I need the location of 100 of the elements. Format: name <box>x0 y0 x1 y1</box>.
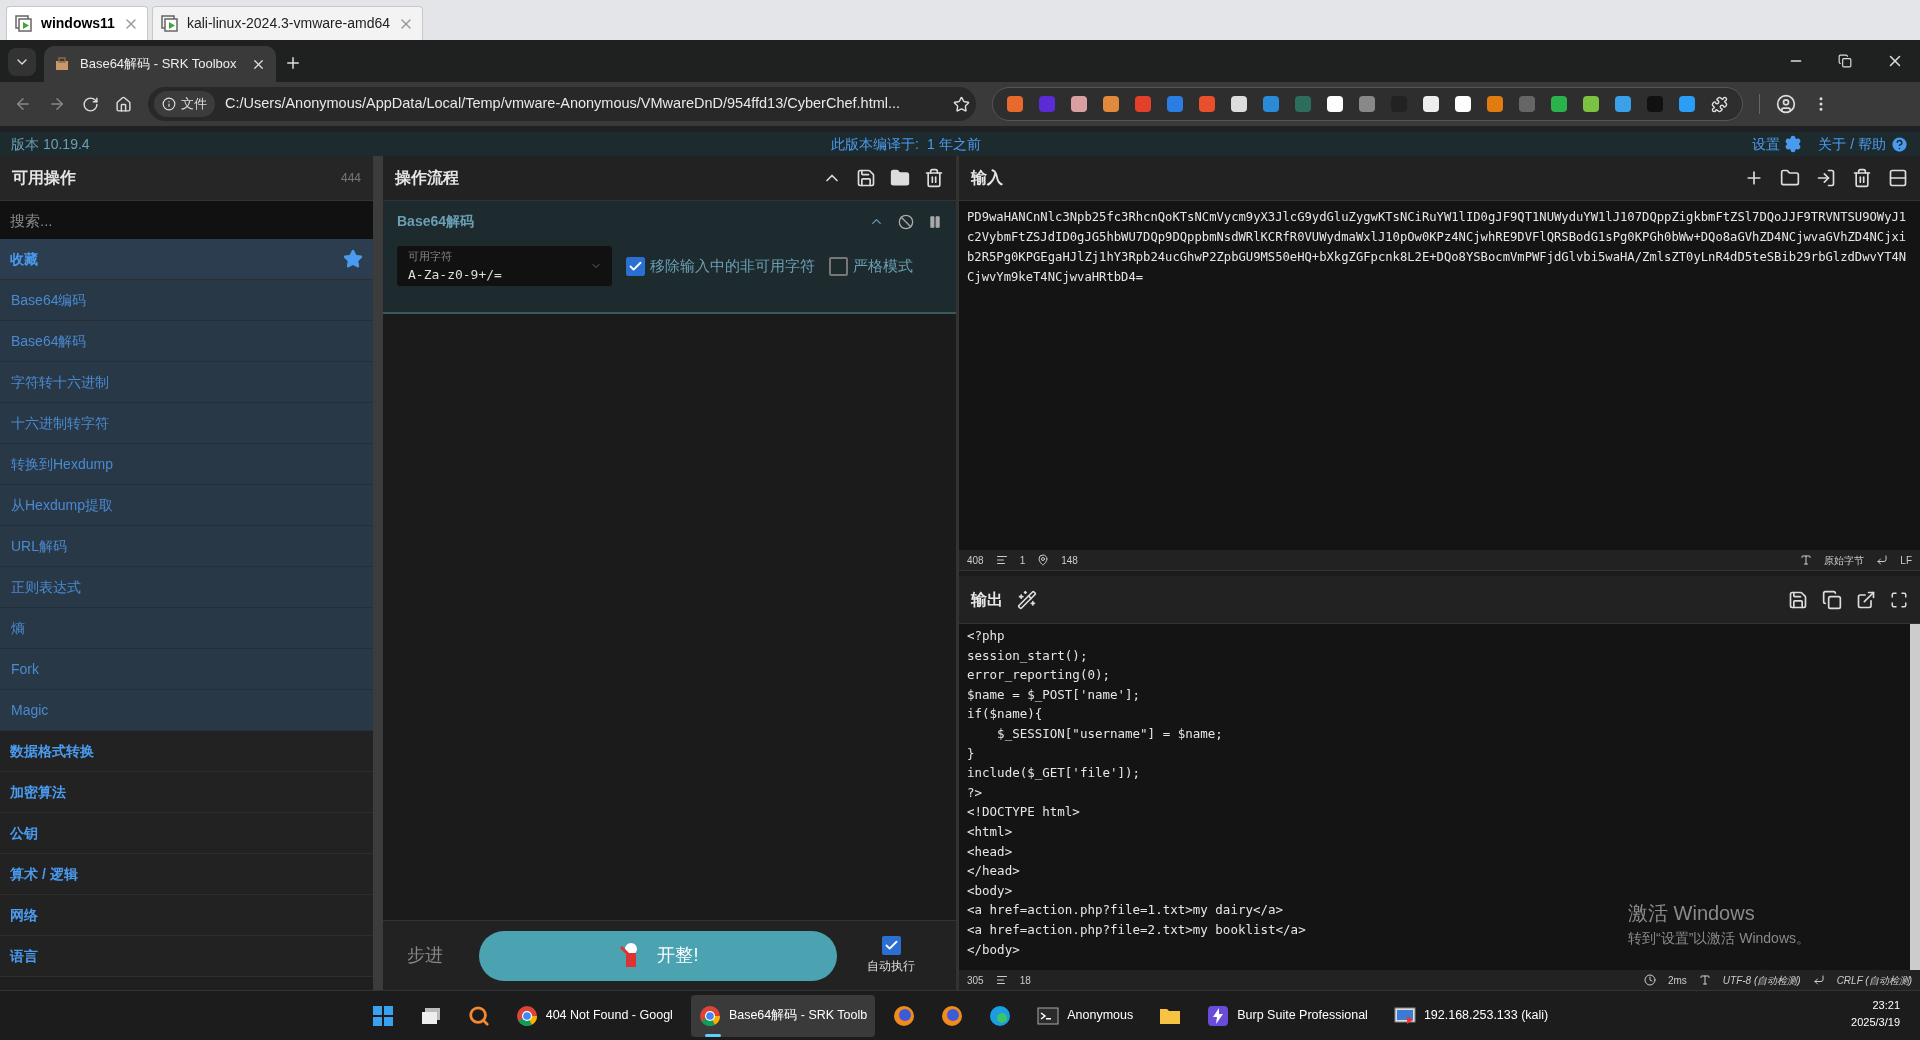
extension-icon[interactable] <box>1551 96 1567 112</box>
search-icon <box>467 1004 490 1027</box>
trash-icon[interactable] <box>924 168 944 188</box>
encoding-text[interactable]: UTF-8 (自动检测) <box>1722 972 1801 988</box>
firefox-icon <box>893 1004 916 1027</box>
taskbar-app[interactable]: Anonymous <box>1029 994 1142 1037</box>
taskbar-app[interactable]: 404 Not Found - Googl <box>507 994 681 1037</box>
forward-icon[interactable] <box>48 95 66 113</box>
folder-icon[interactable] <box>1780 168 1800 188</box>
about-help-link[interactable]: 关于 / 帮助 <box>1818 133 1909 155</box>
url-text: C:/Users/Anonymous/AppData/Local/Temp/vmware-Anonymous/VMwareDnD/954ffd13/CyberChef.html... <box>225 94 902 114</box>
vm-icon <box>15 14 33 33</box>
extension-icon[interactable] <box>1487 96 1503 112</box>
operation-item[interactable]: 正则表达式 <box>0 567 373 608</box>
home-icon[interactable] <box>115 95 132 113</box>
taskbar-app[interactable]: Base64解码 - SRK Toolb <box>690 994 876 1037</box>
extension-icon[interactable] <box>1583 96 1599 112</box>
extension-icon[interactable] <box>1103 96 1119 112</box>
step-button[interactable]: 步进 <box>407 942 443 969</box>
bookmark-star-icon[interactable] <box>953 95 970 113</box>
operation-item[interactable]: Magic <box>0 690 373 731</box>
extension-icon[interactable] <box>1007 96 1023 112</box>
operation-item[interactable]: 转换到Hexdump <box>0 444 373 485</box>
option-checkbox[interactable]: 移除输入中的非可用字符 <box>626 254 815 278</box>
profile-icon[interactable] <box>1776 94 1796 114</box>
tab-list-button[interactable] <box>8 48 36 76</box>
search-field[interactable]: 搜索... <box>0 201 373 239</box>
star-icon <box>343 249 363 269</box>
operation-item[interactable]: Base64编码 <box>0 280 373 321</box>
address-bar[interactable]: 文件 C:/Users/Anonymous/AppData/Local/Temp/vmware-Anonymous/VMwareDnD/954ffd13/CyberChef.html... <box>148 87 976 121</box>
info-icon <box>162 97 176 111</box>
category-header[interactable]: 收藏 <box>0 239 373 280</box>
extension-icon[interactable] <box>1615 96 1631 112</box>
panel-title: 输出 <box>971 589 1003 610</box>
option-checkbox[interactable]: 严格模式 <box>829 254 913 278</box>
restore-icon[interactable] <box>1838 54 1852 68</box>
remote-desktop-icon <box>1393 1004 1416 1027</box>
save-icon[interactable] <box>856 168 876 188</box>
lightning-icon <box>1207 1004 1230 1027</box>
magic-wand-icon[interactable] <box>1017 589 1037 610</box>
operation-item[interactable]: Base64解码 <box>0 321 373 362</box>
operation-item[interactable]: 字符转十六进制 <box>0 362 373 403</box>
extension-icon[interactable] <box>1455 96 1471 112</box>
open-file-icon[interactable] <box>1816 168 1836 188</box>
operation-item[interactable]: 熵 <box>0 608 373 649</box>
encoding-text[interactable]: 原始字节 <box>1824 552 1865 568</box>
site-info-chip[interactable]: 文件 <box>154 91 215 117</box>
copy-icon[interactable] <box>1822 589 1842 610</box>
activation-title: 激活 Windows <box>1628 901 1756 926</box>
taskbar-app[interactable]: Burp Suite Professional <box>1199 994 1376 1037</box>
input-textarea[interactable]: PD9waHANCnNlc3Npb25fc3RhcnQoKTsNCmVycm9yX3JlcG9ydGluZygwKTsNCiRuYW1lID0gJF9QT1NUWyduYW1lJ107DQppZigkbmFtZSl7DQoJJF9TRVNTSU9OWyJ1c2VybmFtZSJdID0gJG5hbWU7DQp9DQppbmNsdWRlKCRfR0VUWydmaWxlJ10pOw0KPz4NCjwhRE9DVFlQRSBodG1sPg0KPGh0bWw+DQo8aGVhZD4NCjwvaGVhZD4NCjxib2R5Pg0KPGEgaHJlZj1hY3Rpb24ucGhwP2ZpbGU9MS50eHQ+bXkgZGFpcnk8L2E+DQo8YSBocmVmPWFjdGlvbi5waHA/ZmlsZT0yLnR4dD5teSBib29rbGlzdDwvYT4NCjwvYm9keT4NCjwvaHRtbD4= <box>959 201 1920 550</box>
extension-icon[interactable] <box>1423 96 1439 112</box>
length-stat: 305 <box>967 973 984 988</box>
reload-icon[interactable] <box>82 95 99 113</box>
extension-icon[interactable] <box>1071 96 1087 112</box>
clock-text[interactable]: 23:21 <box>1872 997 1900 1014</box>
vm-tab[interactable]: windows11 <box>6 6 148 40</box>
operation-item[interactable]: 十六进制转字符 <box>0 403 373 444</box>
panel-title: 可用操作 <box>12 168 76 188</box>
checkmark-icon <box>883 938 899 953</box>
replace-input-icon[interactable] <box>1856 589 1876 610</box>
text-icon <box>1800 554 1813 566</box>
settings-icon <box>1784 135 1803 153</box>
eol-icon <box>1812 974 1825 986</box>
firefox-icon <box>941 1004 964 1027</box>
layout-icon[interactable] <box>1888 168 1908 188</box>
extensions-icon[interactable] <box>1711 95 1728 113</box>
auto-bake-checkbox[interactable]: 自动执行 <box>867 936 915 975</box>
maximize-icon[interactable] <box>1890 590 1908 609</box>
folder-icon[interactable] <box>890 168 910 188</box>
extension-icon[interactable] <box>1231 96 1247 112</box>
extension-icon[interactable] <box>1135 96 1151 112</box>
disable-icon[interactable] <box>898 213 914 230</box>
extension-icon[interactable] <box>1679 96 1695 112</box>
vm-tab[interactable]: kali-linux-2024.3-vmware-amd64 <box>151 6 423 40</box>
eol-text[interactable]: CRLF (自动检测) <box>1836 972 1912 988</box>
operation-item[interactable]: Fork <box>0 649 373 690</box>
eol-text[interactable]: LF <box>1900 552 1912 568</box>
taskbar-app[interactable]: 192.168.253.133 (kali) <box>1385 994 1557 1037</box>
build-label: 此版本编译于: <box>831 134 919 154</box>
date-text[interactable]: 2025/3/19 <box>1851 1013 1900 1030</box>
extension-icon[interactable] <box>1359 96 1375 112</box>
bake-button[interactable]: 开整! <box>479 930 837 981</box>
extension-icon[interactable] <box>1263 96 1279 112</box>
settings-link[interactable]: 设置 <box>1752 133 1803 155</box>
position-stat: 148 <box>1061 553 1078 568</box>
edge-icon <box>989 1004 1012 1027</box>
operation-item[interactable]: 从Hexdump提取 <box>0 485 373 526</box>
alphabet-dropdown[interactable]: 可用字符 A-Za-z0-9+/= <box>397 246 612 286</box>
operation-item[interactable]: URL解码 <box>0 526 373 567</box>
extension-icon[interactable] <box>1327 96 1343 112</box>
trash-icon[interactable] <box>1852 168 1872 188</box>
extension-icon[interactable] <box>1199 96 1215 112</box>
new-tab-icon[interactable] <box>284 54 302 72</box>
back-icon[interactable] <box>14 95 32 113</box>
save-icon[interactable] <box>1788 589 1808 610</box>
browser-tab[interactable]: Base64解码 - SRK Toolbox <box>44 46 276 82</box>
eol-icon <box>1876 554 1889 566</box>
pause-icon[interactable] <box>928 214 942 229</box>
length-stat: 408 <box>967 553 984 568</box>
